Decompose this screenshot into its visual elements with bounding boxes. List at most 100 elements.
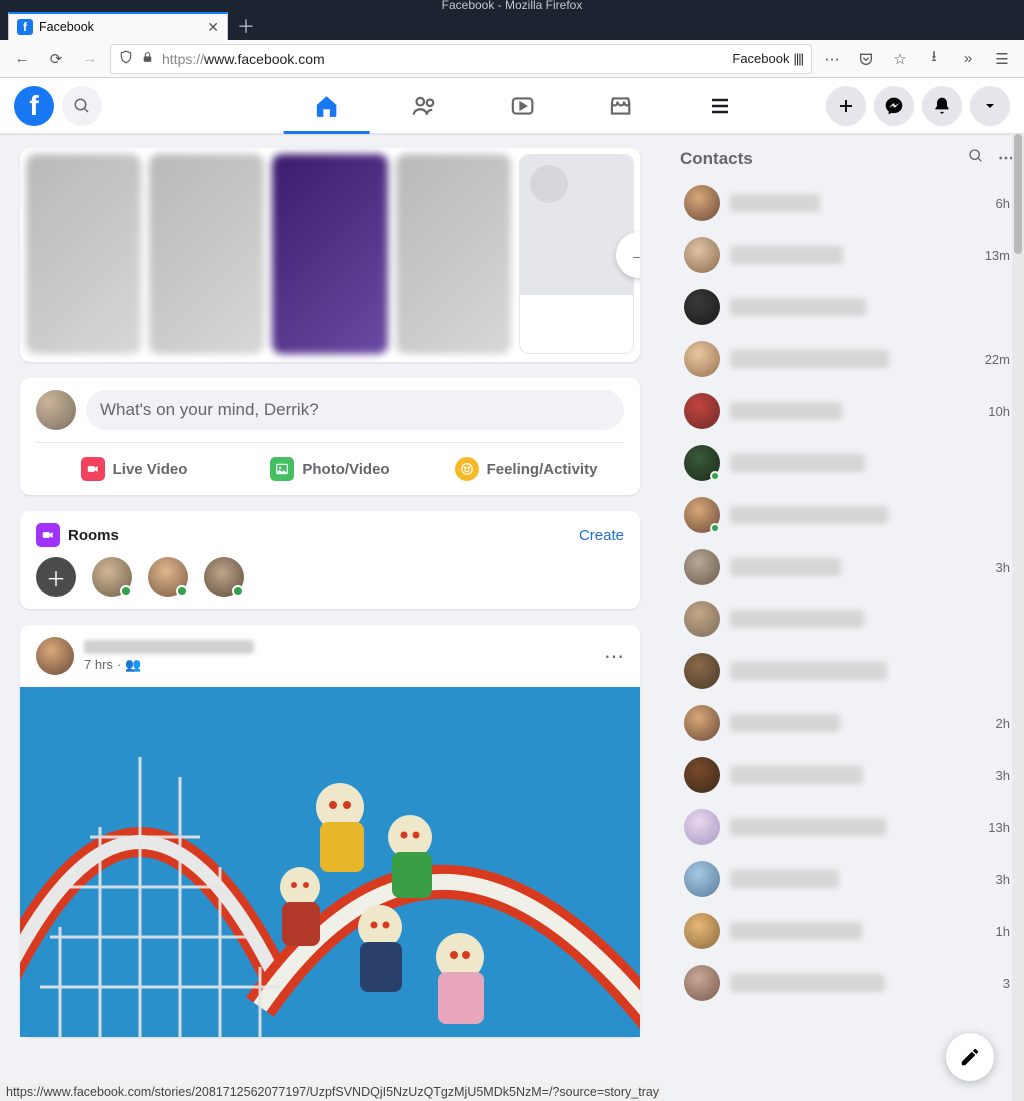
edit-icon [959,1046,981,1068]
contact-avatar [684,653,720,689]
contact-avatar [684,809,720,845]
rooms-create-link[interactable]: Create [579,527,624,544]
contact-row[interactable]: 10h [680,385,1014,437]
notifications-button[interactable] [922,86,962,126]
contact-row[interactable]: 3h [680,749,1014,801]
menu-icon[interactable]: ☰ [988,45,1016,73]
post-author-name[interactable] [84,640,254,654]
contact-last-active: 13h [988,820,1010,835]
audience-icon: 👥 [125,657,141,673]
facebook-logo[interactable]: f [14,86,54,126]
nav-home[interactable] [282,80,372,132]
contact-name [730,974,885,992]
composer-feeling[interactable]: Feeling/Activity [428,451,624,487]
contact-name [730,818,886,836]
bell-icon [932,96,952,116]
video-camera-icon [81,457,105,481]
reader-icon: |||| [793,51,803,66]
contact-row[interactable] [680,645,1014,697]
contact-row[interactable] [680,437,1014,489]
browser-tab-facebook[interactable]: f Facebook ✕ [8,12,228,40]
scrollbar[interactable] [1012,134,1024,1101]
url-text: https://www.facebook.com [162,51,325,67]
contact-row[interactable]: 6h [680,177,1014,229]
contact-row[interactable]: 13m [680,229,1014,281]
top-nav [282,78,666,134]
room-contact[interactable] [148,557,188,597]
contact-name [730,350,889,368]
header-right [826,86,1010,126]
post-image[interactable] [20,687,640,1037]
composer-photo-label: Photo/Video [302,461,389,478]
contacts-search-button[interactable] [968,148,984,169]
contact-name [730,402,842,420]
contact-row[interactable]: 13h [680,801,1014,853]
contact-name [730,766,863,784]
account-button[interactable] [970,86,1010,126]
plus-icon [837,97,855,115]
reader-mode-label[interactable]: Facebook |||| [732,51,803,66]
contact-name [730,662,887,680]
story-card[interactable] [149,154,264,354]
post-author-avatar[interactable] [36,637,74,675]
post-meta[interactable]: 7 hrs · 👥 [84,657,594,673]
reload-button[interactable]: ⟳ [42,45,70,73]
new-tab-button[interactable]: ＋ [232,12,260,40]
contact-avatar [684,965,720,1001]
contact-row[interactable]: 1h [680,905,1014,957]
story-card[interactable] [26,154,141,354]
forward-button[interactable]: → [76,45,104,73]
composer-live-video[interactable]: Live Video [36,451,232,487]
nav-marketplace[interactable] [576,80,666,132]
contact-row[interactable]: 3 [680,957,1014,1009]
messenger-button[interactable] [874,86,914,126]
contact-row[interactable]: 3h [680,853,1014,905]
status-bar: https://www.facebook.com/stories/2081712… [0,1083,665,1101]
browser-tab-label: Facebook [39,20,94,34]
room-contact[interactable] [204,557,244,597]
contacts-list: 6h13m22m10h3h2h3h13h3h1h3 [680,177,1014,1009]
contact-last-active: 22m [985,352,1010,367]
arrow-right-icon: → [629,244,640,267]
contact-last-active: 6h [996,196,1010,211]
bookmark-star-icon[interactable]: ☆ [886,45,914,73]
pocket-icon[interactable] [852,45,880,73]
online-indicator [710,523,720,533]
post-header: 7 hrs · 👥 ⋯ [20,625,640,687]
story-card[interactable] [272,154,387,354]
overflow-icon[interactable]: » [954,45,982,73]
contact-row[interactable]: 3h [680,541,1014,593]
url-bar[interactable]: https://www.facebook.com Facebook |||| [110,44,812,74]
contact-row[interactable]: 2h [680,697,1014,749]
nav-more[interactable] [700,86,740,126]
downloads-icon[interactable]: ⭳ [920,45,948,73]
feed-column: → What's on your mind, Derrik? Live Vide… [0,134,660,1101]
create-button[interactable] [826,86,866,126]
page-actions-icon[interactable]: ⋯ [818,45,846,73]
contact-row[interactable] [680,489,1014,541]
back-button[interactable]: ← [8,45,36,73]
nav-watch[interactable] [478,80,568,132]
composer-photo-video[interactable]: Photo/Video [232,451,428,487]
post-more-button[interactable]: ⋯ [604,644,624,669]
rooms-add-button[interactable]: ＋ [36,557,76,597]
story-card[interactable] [396,154,511,354]
contact-name [730,454,865,472]
contacts-column: Contacts ⋯ 6h13m22m10h3h2h3h13h3h1h3 [660,134,1024,1101]
stories-row: → [20,148,640,362]
new-message-button[interactable] [946,1033,994,1081]
room-contact[interactable] [92,557,132,597]
composer-feeling-label: Feeling/Activity [487,461,598,478]
close-icon[interactable]: ✕ [207,19,219,36]
nav-friends[interactable] [380,80,470,132]
composer-input[interactable]: What's on your mind, Derrik? [86,390,624,430]
search-button[interactable] [62,86,102,126]
chevron-down-icon [982,98,998,114]
contact-name [730,610,864,628]
contact-row[interactable] [680,593,1014,645]
contact-row[interactable]: 22m [680,333,1014,385]
smiley-icon [455,457,479,481]
user-avatar[interactable] [36,390,76,430]
contact-row[interactable] [680,281,1014,333]
browser-toolbar: ← ⟳ → https://www.facebook.com Facebook … [0,40,1024,78]
